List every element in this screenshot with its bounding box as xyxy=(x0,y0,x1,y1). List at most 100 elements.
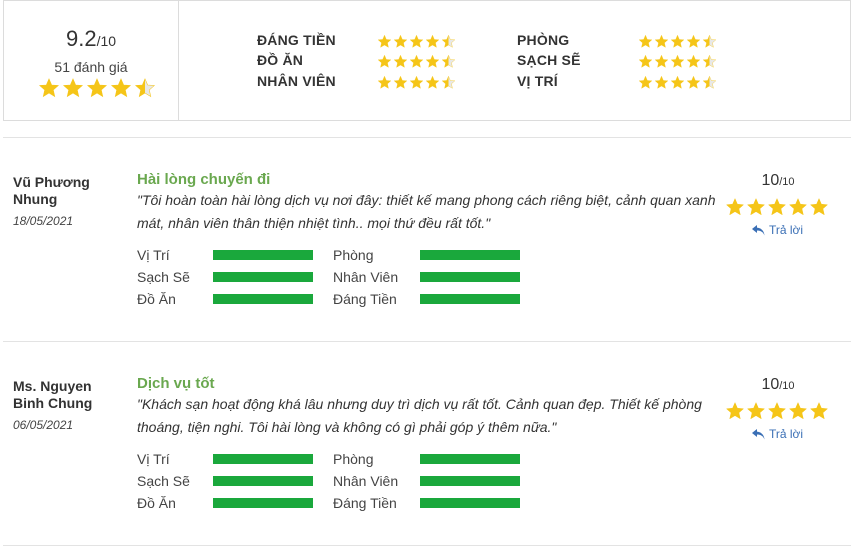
category-label-location: VỊ TRÍ xyxy=(517,73,558,89)
category-stars-location xyxy=(638,75,718,90)
metric-bar xyxy=(420,272,520,282)
metric-label: Phòng xyxy=(333,451,374,467)
category-label-value: ĐÁNG TIỀN xyxy=(257,32,336,48)
metric-bar xyxy=(213,476,313,486)
reviewer-name: Ms. Nguyen Binh Chung xyxy=(13,378,93,411)
half-star-icon xyxy=(441,75,456,90)
review-stars xyxy=(725,401,830,421)
metric-label: Vị Trí xyxy=(137,451,170,467)
reply-button[interactable]: Trả lời xyxy=(752,427,803,441)
score-value: 9.2 xyxy=(65,26,97,51)
summary-divider xyxy=(178,1,179,120)
metric-label: Sạch Sẽ xyxy=(137,269,190,285)
review-stars xyxy=(725,197,830,217)
star-icon xyxy=(393,75,408,90)
star-icon xyxy=(638,54,653,69)
metric-bar xyxy=(420,476,520,486)
star-icon xyxy=(788,401,808,421)
star-icon xyxy=(393,54,408,69)
star-icon xyxy=(393,34,408,49)
reply-arrow-icon xyxy=(752,429,765,440)
metric-label: Sạch Sẽ xyxy=(137,473,190,489)
metric-bar xyxy=(420,454,520,464)
metric-bar xyxy=(420,250,520,260)
reply-label: Trả lời xyxy=(769,427,804,441)
star-icon xyxy=(746,401,766,421)
half-star-icon xyxy=(702,75,717,90)
reviewer-name: Vũ Phương Nhung xyxy=(13,174,90,207)
metric-label: Đồ Ăn xyxy=(137,291,176,307)
star-icon xyxy=(38,77,60,99)
category-stars-value xyxy=(377,34,457,49)
star-icon xyxy=(725,401,745,421)
category-stars-cleanliness xyxy=(638,54,718,69)
metric-label: Nhân Viên xyxy=(333,269,399,285)
review-item: Ms. Nguyen Binh Chung 06/05/2021 Dịch vụ… xyxy=(0,341,866,521)
rating-summary: 9.2/10 51 đánh giá ĐÁNG TIỀN ĐỒ ĂN NHÂN … xyxy=(3,0,851,121)
half-star-icon xyxy=(702,54,717,69)
star-icon xyxy=(377,75,392,90)
reply-arrow-icon xyxy=(752,225,765,236)
reply-button[interactable]: Trả lời xyxy=(752,223,803,237)
star-icon xyxy=(654,54,669,69)
review-title: Dịch vụ tốt xyxy=(137,375,215,392)
metric-bar xyxy=(213,272,313,282)
metric-label: Phòng xyxy=(333,247,374,263)
category-label-cleanliness: SẠCH SẼ xyxy=(517,52,581,68)
star-icon xyxy=(767,197,787,217)
star-icon xyxy=(638,75,653,90)
star-icon xyxy=(670,34,685,49)
review-divider xyxy=(3,545,851,546)
review-text: "Tôi hoàn toàn hài lòng dịch vụ nơi đây:… xyxy=(137,192,716,231)
metric-label: Nhân Viên xyxy=(333,473,399,489)
metric-label: Đáng Tiền xyxy=(333,291,397,307)
star-icon xyxy=(638,34,653,49)
review-date: 18/05/2021 xyxy=(13,214,74,228)
score-denominator: /10 xyxy=(96,33,117,49)
star-icon xyxy=(377,54,392,69)
star-icon xyxy=(686,34,701,49)
star-icon xyxy=(670,75,685,90)
overall-score-box: 9.2/10 51 đánh giá xyxy=(4,1,178,120)
review-item: Vũ Phương Nhung 18/05/2021 Hài lòng chuy… xyxy=(0,137,866,317)
star-icon xyxy=(425,54,440,69)
review-date: 06/05/2021 xyxy=(13,418,74,432)
review-score-denominator: /10 xyxy=(779,380,795,392)
star-icon xyxy=(788,197,808,217)
metric-bar xyxy=(420,498,520,508)
category-label-food: ĐỒ ĂN xyxy=(257,52,304,68)
category-label-staff: NHÂN VIÊN xyxy=(257,73,336,89)
star-icon xyxy=(725,197,745,217)
star-icon xyxy=(409,54,424,69)
category-stars-room xyxy=(638,34,718,49)
metric-bar xyxy=(213,250,313,260)
half-star-icon xyxy=(441,34,456,49)
category-label-room: PHÒNG xyxy=(517,32,570,48)
category-stars-staff xyxy=(377,75,457,90)
review-score-value: 10 xyxy=(761,172,780,189)
star-icon xyxy=(425,34,440,49)
star-icon xyxy=(809,197,829,217)
star-icon xyxy=(746,197,766,217)
star-icon xyxy=(409,75,424,90)
review-score: 10/10 xyxy=(728,376,828,394)
reply-label: Trả lời xyxy=(769,223,804,237)
star-icon xyxy=(686,75,701,90)
star-icon xyxy=(110,77,132,99)
overall-score: 9.2/10 xyxy=(4,26,178,52)
half-star-icon xyxy=(134,77,156,99)
review-score-value: 10 xyxy=(761,376,780,393)
star-icon xyxy=(767,401,787,421)
metric-bar xyxy=(213,454,313,464)
metric-bar xyxy=(213,498,313,508)
star-icon xyxy=(409,34,424,49)
overall-stars xyxy=(38,77,158,99)
star-icon xyxy=(670,54,685,69)
metric-label: Vị Trí xyxy=(137,247,170,263)
half-star-icon xyxy=(441,54,456,69)
star-icon xyxy=(86,77,108,99)
category-stars-food xyxy=(377,54,457,69)
half-star-icon xyxy=(702,34,717,49)
star-icon xyxy=(62,77,84,99)
review-score: 10/10 xyxy=(728,172,828,190)
